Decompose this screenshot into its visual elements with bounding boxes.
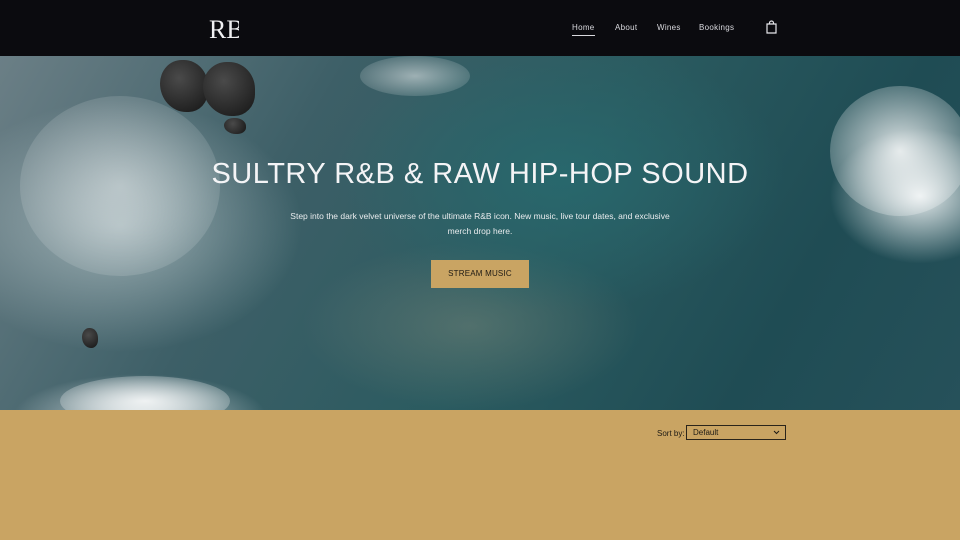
nav-wines[interactable]: Wines: [657, 23, 681, 43]
wave-foam: [60, 376, 230, 410]
svg-text:RB: RB: [209, 15, 239, 43]
nav-home[interactable]: Home: [572, 23, 595, 36]
hero-subtitle: Step into the dark velvet universe of th…: [290, 211, 670, 236]
chevron-down-icon: [773, 430, 780, 435]
rock: [82, 328, 98, 348]
rock: [203, 62, 255, 116]
hero-banner: SULTRY R&B & RAW HIP-HOP SOUND Step into…: [0, 56, 960, 410]
site-header: RB Home About Wines Bookings: [0, 0, 960, 56]
logo[interactable]: RB: [209, 13, 239, 43]
wave-foam: [830, 86, 960, 216]
sort-label: Sort by:: [657, 429, 685, 438]
nav-about[interactable]: About: [615, 23, 637, 43]
wave-foam: [360, 56, 470, 96]
rock: [224, 118, 246, 134]
stream-music-button[interactable]: STREAM MUSIC: [431, 260, 529, 288]
rock: [160, 60, 208, 112]
sort-selected-value: Default: [693, 428, 719, 437]
nav-bookings[interactable]: Bookings: [699, 23, 734, 43]
sort-select[interactable]: Default: [686, 425, 786, 440]
hero-title: SULTRY R&B & RAW HIP-HOP SOUND: [211, 158, 749, 190]
shopping-bag-icon[interactable]: [765, 20, 778, 34]
